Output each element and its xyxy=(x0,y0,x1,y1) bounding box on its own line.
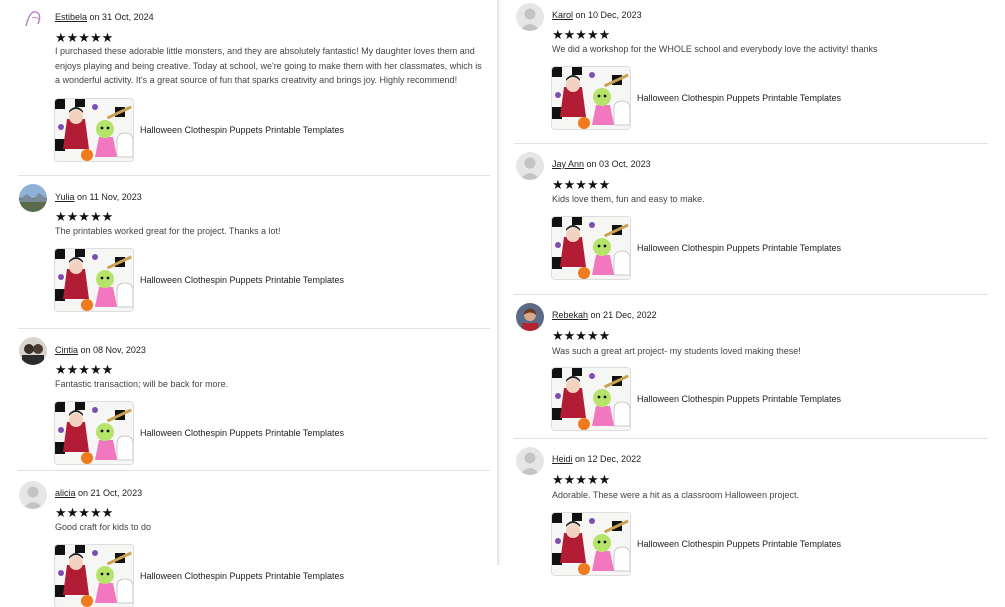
review-card: Cintia on 08 Nov, 2023 ★★★★★ Fantastic t… xyxy=(0,329,490,471)
review-card: alicia on 21 Oct, 2023 ★★★★★ Good craft … xyxy=(0,471,490,565)
purchased-item-link[interactable]: Halloween Clothespin Puppets Printable T… xyxy=(55,99,455,161)
person-photo-avatar[interactable] xyxy=(516,303,544,331)
item-title[interactable]: Halloween Clothespin Puppets Printable T… xyxy=(140,428,344,438)
star-rating: ★★★★★ xyxy=(55,209,114,224)
review-card: Rebekah on 21 Dec, 2022 ★★★★★ Was such a… xyxy=(497,295,989,439)
item-title[interactable]: Halloween Clothespin Puppets Printable T… xyxy=(637,394,841,404)
review-text: The printables worked great for the proj… xyxy=(55,226,281,236)
star-rating: ★★★★★ xyxy=(552,328,611,343)
item-title[interactable]: Halloween Clothespin Puppets Printable T… xyxy=(140,571,344,581)
purchased-item-link[interactable]: Halloween Clothespin Puppets Printable T… xyxy=(552,368,952,430)
item-title[interactable]: Halloween Clothespin Puppets Printable T… xyxy=(140,275,344,285)
purchased-item-link[interactable]: Halloween Clothespin Puppets Printable T… xyxy=(552,217,952,279)
star-rating: ★★★★★ xyxy=(55,505,114,520)
review-card: Karol on 10 Dec, 2023 ★★★★★ We did a wor… xyxy=(497,0,989,144)
review-text: I purchased these adorable little monste… xyxy=(55,46,482,85)
star-rating: ★★★★★ xyxy=(552,27,611,42)
review-date: on 08 Nov, 2023 xyxy=(80,345,146,355)
purchased-item-link[interactable]: Halloween Clothespin Puppets Printable T… xyxy=(55,402,455,464)
reviewer-name-link[interactable]: Karol xyxy=(552,10,573,20)
illustrated-drawing-avatar[interactable] xyxy=(20,4,48,32)
review-date: on 03 Oct, 2023 xyxy=(586,159,651,169)
review-card: Heidi on 12 Dec, 2022 ★★★★★ Adorable. Th… xyxy=(497,439,989,565)
review-card: Estibela on 31 Oct, 2024 ★★★★★ I purchas… xyxy=(0,0,490,176)
default-person-avatar[interactable] xyxy=(19,481,47,509)
purchased-item-link[interactable]: Halloween Clothespin Puppets Printable T… xyxy=(55,249,455,311)
default-person-avatar[interactable] xyxy=(516,152,544,180)
item-thumbnail[interactable] xyxy=(552,368,630,430)
review-date: on 21 Oct, 2023 xyxy=(78,488,143,498)
default-person-avatar[interactable] xyxy=(516,447,544,475)
review-date: on 31 Oct, 2024 xyxy=(89,12,154,22)
star-rating: ★★★★★ xyxy=(552,472,611,487)
review-text: Was such a great art project- my student… xyxy=(552,346,801,356)
review-text: We did a workshop for the WHOLE school a… xyxy=(552,44,878,54)
reviewer-name-link[interactable]: Cintia xyxy=(55,345,78,355)
review-meta: Estibela on 31 Oct, 2024 xyxy=(55,12,154,22)
review-text: Kids love them, fun and easy to make. xyxy=(552,194,705,204)
review-meta: Yulia on 11 Nov, 2023 xyxy=(55,192,142,202)
purchased-item-link[interactable]: Halloween Clothespin Puppets Printable T… xyxy=(552,513,952,575)
review-date: on 11 Nov, 2023 xyxy=(77,192,142,202)
review-meta: Jay Ann on 03 Oct, 2023 xyxy=(552,159,651,169)
reviews-column-right: Karol on 10 Dec, 2023 ★★★★★ We did a wor… xyxy=(497,0,1005,565)
purchased-item-link[interactable]: Halloween Clothespin Puppets Printable T… xyxy=(552,67,952,129)
review-meta: Cintia on 08 Nov, 2023 xyxy=(55,345,146,355)
review-meta: Rebekah on 21 Dec, 2022 xyxy=(552,310,657,320)
review-date: on 12 Dec, 2022 xyxy=(575,454,642,464)
star-rating: ★★★★★ xyxy=(55,30,114,45)
default-person-avatar[interactable] xyxy=(516,3,544,31)
item-thumbnail[interactable] xyxy=(55,545,133,607)
item-title[interactable]: Halloween Clothespin Puppets Printable T… xyxy=(637,93,841,103)
review-date: on 21 Dec, 2022 xyxy=(590,310,657,320)
review-text: Fantastic transaction; will be back for … xyxy=(55,379,229,389)
item-title[interactable]: Halloween Clothespin Puppets Printable T… xyxy=(637,243,841,253)
review-card: Jay Ann on 03 Oct, 2023 ★★★★★ Kids love … xyxy=(497,144,989,295)
item-thumbnail[interactable] xyxy=(55,249,133,311)
item-thumbnail[interactable] xyxy=(55,402,133,464)
review-card: Yulia on 11 Nov, 2023 ★★★★★ The printabl… xyxy=(0,176,490,329)
landscape-photo-avatar[interactable] xyxy=(19,184,47,212)
item-thumbnail[interactable] xyxy=(552,513,630,575)
reviewer-name-link[interactable]: Rebekah xyxy=(552,310,588,320)
item-thumbnail[interactable] xyxy=(552,67,630,129)
item-thumbnail[interactable] xyxy=(552,217,630,279)
purchased-item-link[interactable]: Halloween Clothespin Puppets Printable T… xyxy=(55,545,455,607)
item-title[interactable]: Halloween Clothespin Puppets Printable T… xyxy=(637,539,841,549)
reviews-column-left: Estibela on 31 Oct, 2024 ★★★★★ I purchas… xyxy=(0,0,497,565)
review-date: on 10 Dec, 2023 xyxy=(575,10,642,20)
review-text: Adorable. These were a hit as a classroo… xyxy=(552,490,799,500)
two-people-photo-avatar[interactable] xyxy=(19,337,47,365)
review-meta: alicia on 21 Oct, 2023 xyxy=(55,488,142,498)
reviewer-name-link[interactable]: Jay Ann xyxy=(552,159,584,169)
reviewer-name-link[interactable]: Yulia xyxy=(55,192,75,202)
reviewer-name-link[interactable]: Heidi xyxy=(552,454,573,464)
review-meta: Karol on 10 Dec, 2023 xyxy=(552,10,642,20)
reviewer-name-link[interactable]: Estibela xyxy=(55,12,87,22)
item-title[interactable]: Halloween Clothespin Puppets Printable T… xyxy=(140,125,344,135)
review-text: Good craft for kids to do xyxy=(55,522,152,532)
star-rating: ★★★★★ xyxy=(55,362,114,377)
reviewer-name-link[interactable]: alicia xyxy=(55,488,76,498)
review-meta: Heidi on 12 Dec, 2022 xyxy=(552,454,641,464)
item-thumbnail[interactable] xyxy=(55,99,133,161)
star-rating: ★★★★★ xyxy=(552,177,611,192)
